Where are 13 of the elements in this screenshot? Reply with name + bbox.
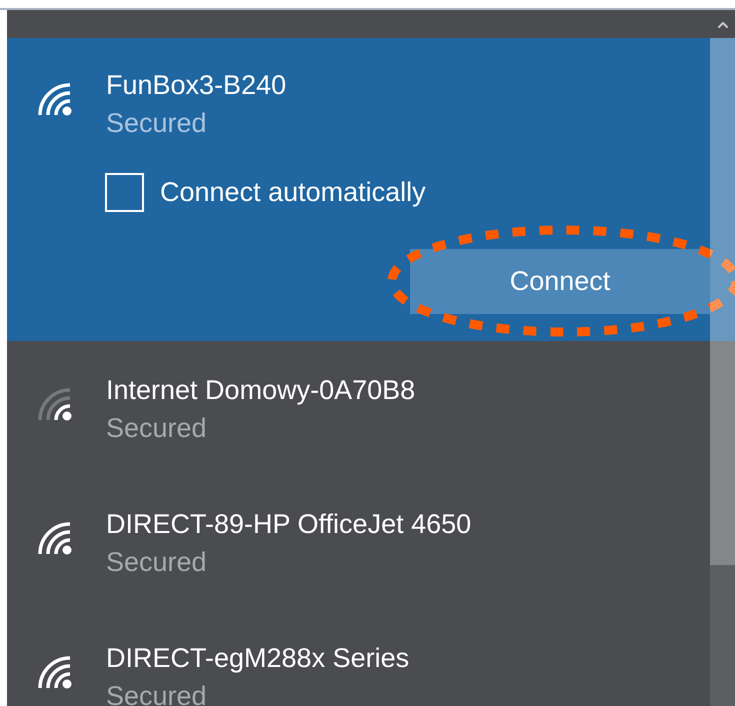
scrollbar-thumb[interactable] [710,38,735,565]
connect-button[interactable]: Connect [410,248,710,314]
network-status: Secured [106,680,208,706]
network-name: DIRECT-89-HP OfficeJet 4650 [106,508,472,540]
network-item[interactable]: FunBox3-B240 Secured Connect automatically Connect [7,38,735,340]
network-status: Secured [106,546,208,578]
network-name: FunBox3-B240 [106,69,286,102]
network-name: Internet Domowy-0A70B8 [106,374,416,407]
checkbox[interactable] [105,172,144,212]
network-status: Secured [106,412,208,444]
network-status: Secured [106,107,208,140]
checkbox-label: Connect automatically [160,176,426,209]
network-name: DIRECT-egM288x Series [106,642,410,675]
